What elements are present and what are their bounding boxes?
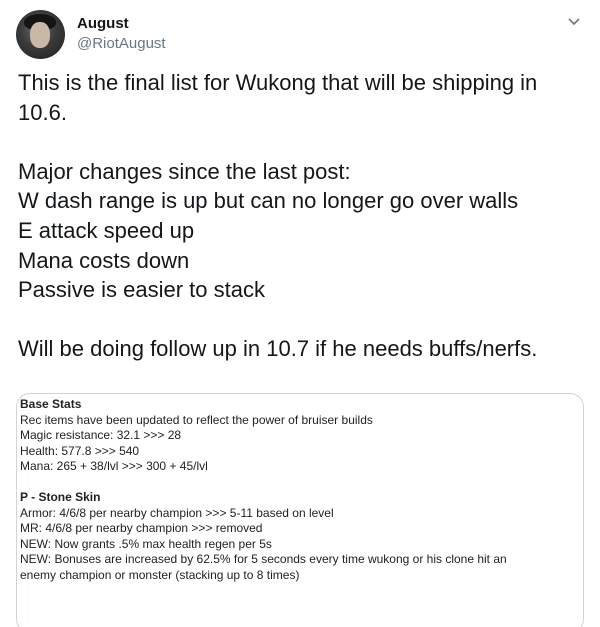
tweet-line: E attack speed up <box>18 217 195 243</box>
tweet-line: This is the final list for Wukong that w… <box>18 70 538 95</box>
patch-notes-image: Base Stats Rec items have been updated t… <box>20 397 507 583</box>
avatar[interactable] <box>16 10 65 59</box>
note-line: Rec items have been updated to reflect t… <box>20 412 373 427</box>
tweet-line: Passive is easier to stack <box>18 277 265 303</box>
note-line: MR: 4/6/8 per nearby champion >>> remove… <box>20 521 263 535</box>
media-image[interactable]: Base Stats Rec items have been updated t… <box>16 393 584 627</box>
section-heading: Base Stats <box>20 397 82 411</box>
tweet-line: Will be doing follow up in 10.7 if he ne… <box>18 336 538 362</box>
tweet-line: 10.6. <box>18 99 67 125</box>
note-line: Armor: 4/6/8 per nearby champion >>> 5-1… <box>20 505 334 520</box>
tweet-line: Major changes since the last post: <box>18 158 351 184</box>
user-handle[interactable]: @RiotAugust <box>77 34 166 54</box>
author-names: August @RiotAugust <box>77 14 166 54</box>
note-line: NEW: Bonuses are increased by 62.5% for … <box>20 552 507 566</box>
display-name[interactable]: August <box>77 14 166 34</box>
note-line: Magic resistance: 32.1 >>> 28 <box>20 428 182 442</box>
tweet-line: W dash range is up but can no longer go … <box>18 188 519 214</box>
note-line: enemy champion or monster (stacking up t… <box>20 567 300 582</box>
tweet-text: This is the final list for Wukong that w… <box>18 68 584 364</box>
tweet-line: Mana costs down <box>18 247 190 273</box>
note-line: Mana: 265 + 38/lvl >>> 300 + 45/lvl <box>20 459 208 473</box>
section-heading: P - Stone Skin <box>20 490 101 504</box>
chevron-down-icon[interactable] <box>566 14 582 30</box>
note-line: NEW: Now grants .5% max health regen per… <box>20 536 272 551</box>
note-line: Health: 577.8 >>> 540 <box>20 443 140 458</box>
tweet-header: August @RiotAugust <box>16 10 584 60</box>
avatar-face <box>30 22 50 48</box>
